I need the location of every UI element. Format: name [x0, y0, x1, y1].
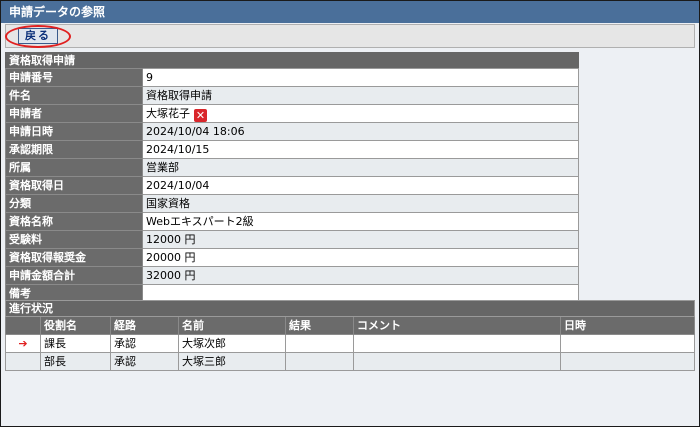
progress-datetime: [560, 334, 695, 353]
marker-header: [5, 316, 41, 335]
back-button[interactable]: 戻る: [18, 28, 58, 44]
progress-role: 部長: [40, 352, 111, 371]
column-header-comment: コメント: [353, 316, 561, 335]
progress-result: [285, 334, 354, 353]
progress-route: 承認: [110, 334, 179, 353]
detail-value: 国家資格: [142, 194, 579, 213]
detail-value: Webエキスパート2級: [142, 212, 579, 231]
detail-value: 2024/10/04: [142, 176, 579, 195]
progress-name: 大塚三郎: [178, 352, 286, 371]
column-header-role: 役割名: [40, 316, 111, 335]
detail-value: 20000 円: [142, 248, 579, 267]
detail-value: 32000 円: [142, 266, 579, 285]
detail-value: 2024/10/15: [142, 140, 579, 159]
detail-value: 営業部: [142, 158, 579, 177]
progress-row: 部長 承認 大塚三郎: [5, 352, 695, 371]
page-frame: 申請データの参照 戻る 資格取得申請 申請番号 9 件名 資格取得申請 申請者 …: [0, 0, 700, 427]
detail-row: 申請者 大塚花子 ✕: [5, 104, 579, 123]
progress-comment: [353, 352, 561, 371]
detail-label: 受験料: [5, 230, 143, 249]
detail-row: 資格取得報奨金 20000 円: [5, 248, 579, 267]
column-header-route: 経路: [110, 316, 179, 335]
detail-label: 資格取得日: [5, 176, 143, 195]
applicant-name: 大塚花子: [146, 106, 190, 120]
detail-section-title: 資格取得申請: [5, 52, 579, 69]
detail-row: 申請金額合計 32000 円: [5, 266, 579, 285]
progress-row: ➔ 課長 承認 大塚次郎: [5, 334, 695, 353]
detail-value: 12000 円: [142, 230, 579, 249]
application-detail-table: 資格取得申請 申請番号 9 件名 資格取得申請 申請者 大塚花子 ✕ 申請日時 2…: [5, 52, 579, 303]
detail-row: 分類 国家資格: [5, 194, 579, 213]
progress-datetime: [560, 352, 695, 371]
detail-label: 承認期限: [5, 140, 143, 159]
marker-cell: [5, 352, 41, 371]
detail-row: 申請番号 9: [5, 68, 579, 87]
detail-row: 申請日時 2024/10/04 18:06: [5, 122, 579, 141]
column-header-datetime: 日時: [560, 316, 695, 335]
current-step-arrow-icon: ➔: [5, 334, 41, 353]
detail-row: 件名 資格取得申請: [5, 86, 579, 105]
detail-label: 申請番号: [5, 68, 143, 87]
detail-row: 承認期限 2024/10/15: [5, 140, 579, 159]
detail-row: 所属 営業部: [5, 158, 579, 177]
detail-value: 資格取得申請: [142, 86, 579, 105]
detail-row: 資格取得日 2024/10/04: [5, 176, 579, 195]
progress-result: [285, 352, 354, 371]
progress-table: 進行状況 役割名 経路 名前 結果 コメント 日時 ➔ 課長 承認 大塚次郎 部…: [5, 300, 695, 371]
progress-role: 課長: [40, 334, 111, 353]
column-header-name: 名前: [178, 316, 286, 335]
detail-label: 分類: [5, 194, 143, 213]
progress-section-title: 進行状況: [5, 300, 695, 317]
detail-label: 所属: [5, 158, 143, 177]
detail-label: 申請者: [5, 104, 143, 123]
detail-label: 資格名称: [5, 212, 143, 231]
detail-label: 申請日時: [5, 122, 143, 141]
applicant-cell: 大塚花子 ✕: [142, 104, 579, 123]
progress-name: 大塚次郎: [178, 334, 286, 353]
detail-value: 2024/10/04 18:06: [142, 122, 579, 141]
toolbar: 戻る: [5, 24, 695, 48]
detail-value: 9: [142, 68, 579, 87]
progress-comment: [353, 334, 561, 353]
detail-label: 資格取得報奨金: [5, 248, 143, 267]
detail-label: 件名: [5, 86, 143, 105]
progress-header-row: 役割名 経路 名前 結果 コメント 日時: [5, 316, 695, 335]
detail-label: 申請金額合計: [5, 266, 143, 285]
detail-row: 資格名称 Webエキスパート2級: [5, 212, 579, 231]
cancel-icon[interactable]: ✕: [194, 108, 207, 122]
detail-row: 受験料 12000 円: [5, 230, 579, 249]
column-header-result: 結果: [285, 316, 354, 335]
page-title: 申請データの参照: [1, 1, 699, 23]
progress-route: 承認: [110, 352, 179, 371]
